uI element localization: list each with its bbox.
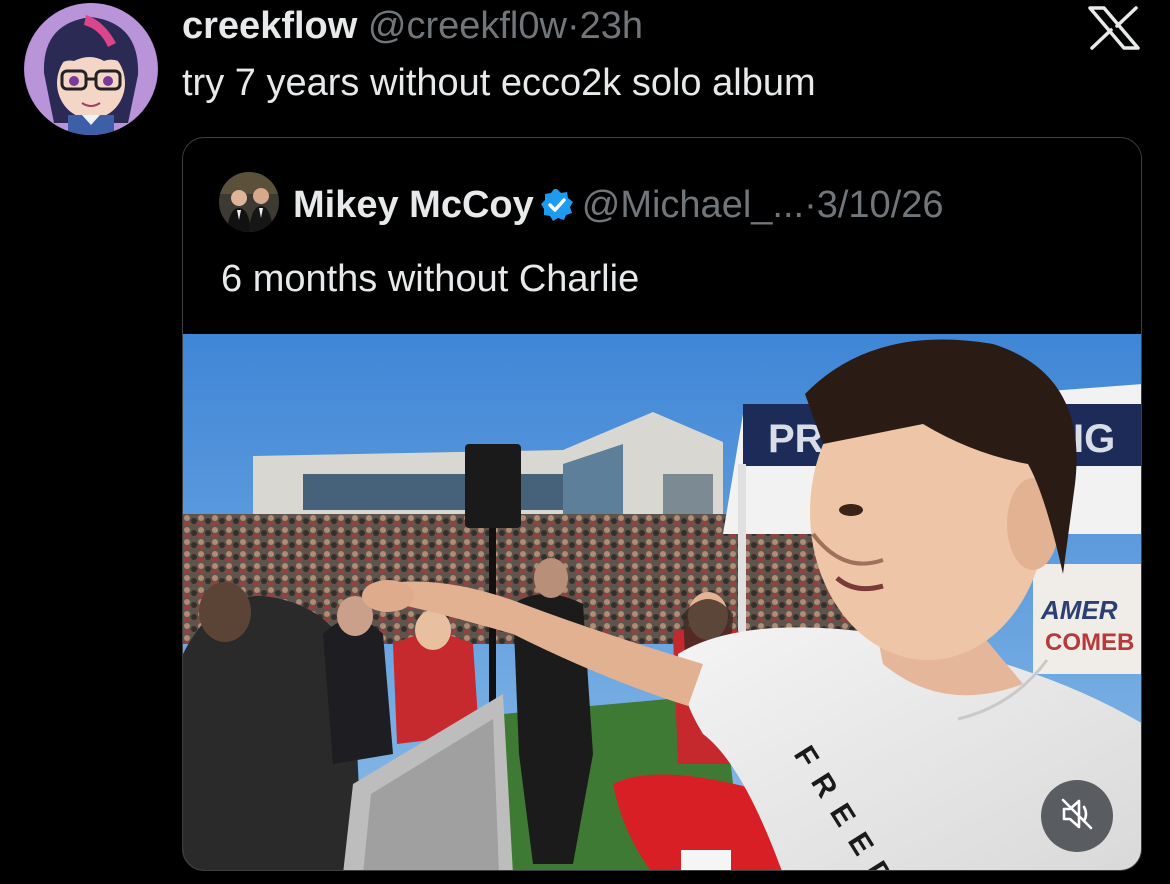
author-name[interactable]: creekflow [182, 5, 357, 47]
quoted-tweet-date[interactable]: 3/10/26 [817, 184, 944, 226]
mute-toggle-button[interactable] [1041, 780, 1113, 852]
separator-dot: · [804, 184, 817, 226]
tweet-text: try 7 years without ecco2k solo album [182, 62, 816, 104]
banner-text-left: PR [768, 417, 824, 461]
author-handle[interactable]: @creekfl0w [368, 5, 567, 47]
sign-text-2: COMEB [1045, 629, 1134, 656]
quoted-tweet-text: 6 months without Charlie [221, 258, 640, 300]
quoted-author-avatar[interactable] [219, 172, 279, 232]
muted-speaker-icon [1058, 795, 1096, 838]
banner-text-right: IG [1073, 417, 1115, 461]
verified-badge-icon [540, 188, 574, 222]
sign-text-1: AMER [1040, 595, 1118, 625]
author-avatar[interactable] [24, 3, 158, 135]
x-logo-icon [1086, 6, 1142, 50]
quoted-author-name[interactable]: Mikey McCoy [293, 184, 534, 226]
quoted-tweet[interactable]: Mikey McCoy @Michael_...·3/10/26 6 month… [182, 137, 1142, 871]
tweet-time[interactable]: 23h [580, 5, 643, 47]
video-frame: PR IG AMER COMEB FREED [183, 334, 1141, 870]
video-media[interactable]: PR IG AMER COMEB FREED [183, 334, 1141, 870]
quoted-tweet-header: Mikey McCoy @Michael_...·3/10/26 [293, 183, 944, 227]
separator-dot: · [566, 5, 580, 47]
tweet-header: creekflow @creekfl0w·23h [182, 4, 643, 48]
quoted-author-handle[interactable]: @Michael_... [582, 184, 804, 226]
